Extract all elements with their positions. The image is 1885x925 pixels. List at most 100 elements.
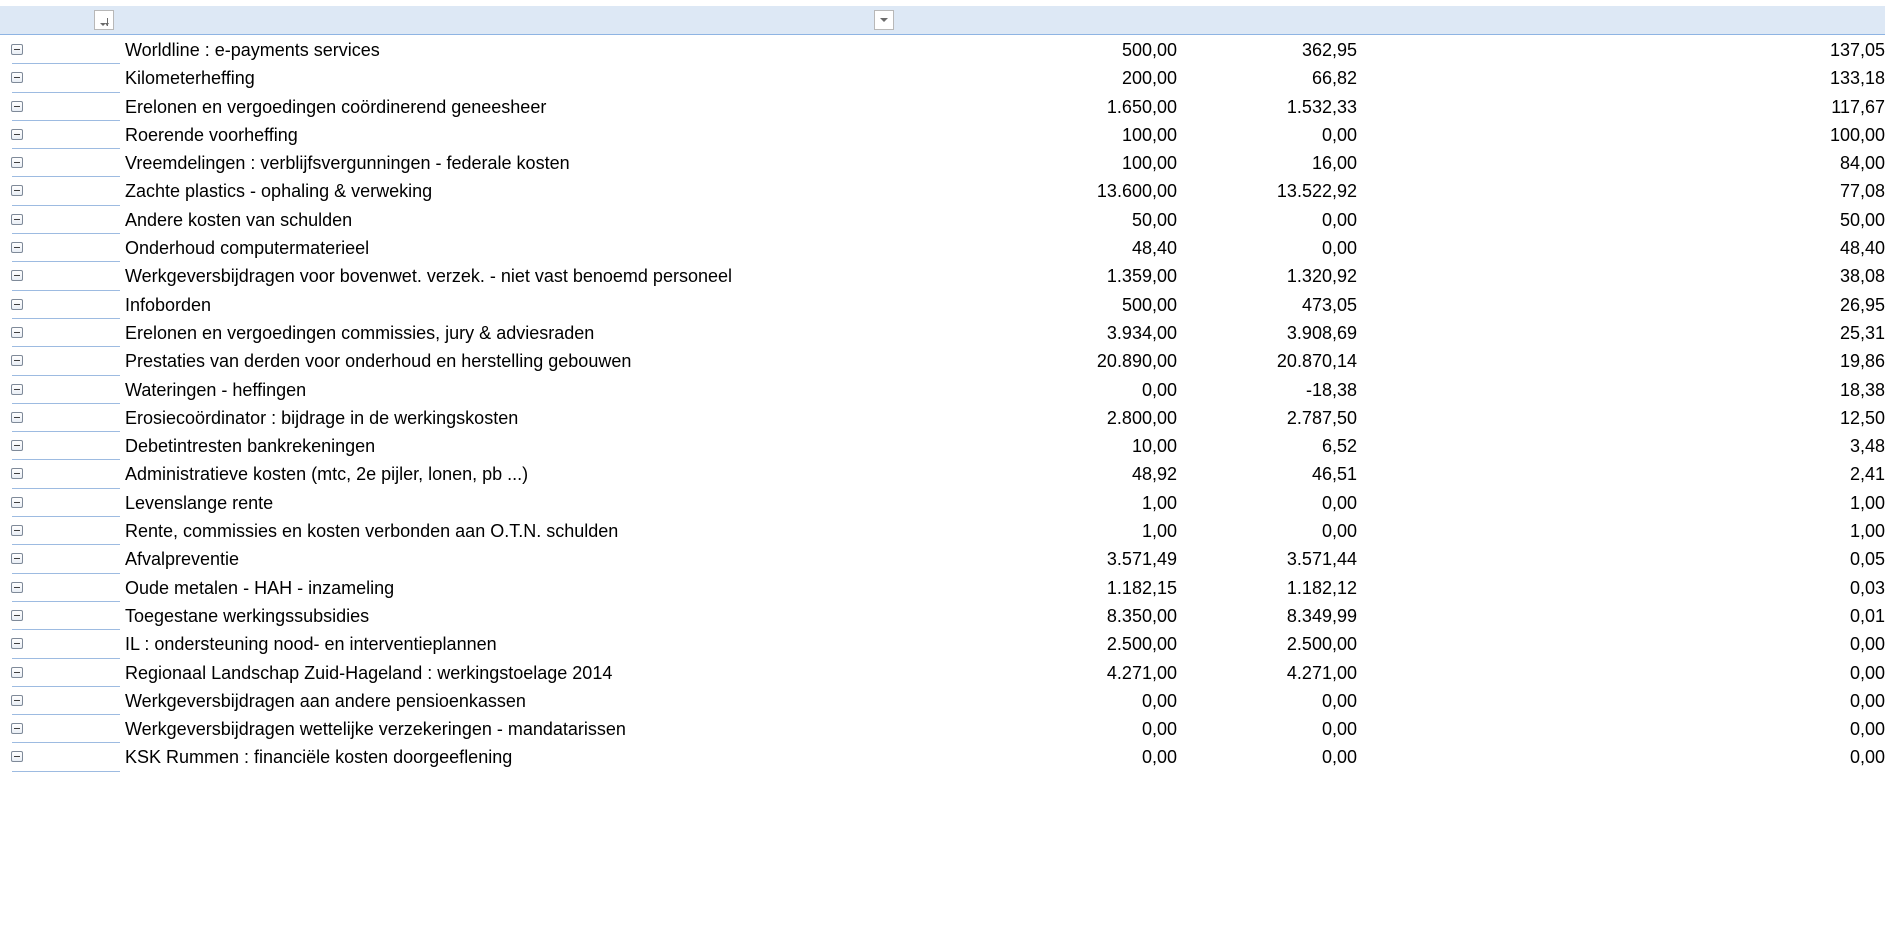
spent-value: 3.571,44 — [1286, 549, 1357, 570]
spent-value: 46,51 — [1311, 464, 1357, 485]
spent-value: 8.349,99 — [1286, 605, 1357, 626]
pivot-rows: Worldline : e-payments services 500,00 362… — [0, 36, 1885, 772]
remaining-value: 77,08 — [1839, 181, 1885, 202]
filter-dropdown-button[interactable] — [874, 10, 894, 30]
remaining-value: 0,05 — [1849, 549, 1885, 570]
spent-value: 1.320,92 — [1286, 266, 1357, 287]
collapse-icon[interactable] — [11, 525, 23, 537]
row-label: Regionaal Landschap Zuid-Hageland : werk… — [125, 662, 613, 683]
spent-value: 473,05 — [1301, 294, 1357, 315]
row-label: Worldline : e-payments services — [125, 40, 380, 60]
collapse-icon[interactable] — [11, 157, 23, 169]
spent-value: 4.271,00 — [1286, 662, 1357, 683]
collapse-icon[interactable] — [11, 440, 23, 452]
collapse-icon[interactable] — [11, 609, 23, 621]
remaining-value: 0,00 — [1849, 662, 1885, 683]
row-label: Roerende voorheffing — [125, 124, 298, 145]
spent-value: 13.522,92 — [1276, 181, 1357, 202]
table-row: Zachte plastics - ophaling & verweking 13… — [0, 177, 1885, 206]
row-label: Kilometerheffing — [125, 68, 255, 89]
collapse-icon[interactable] — [11, 242, 23, 254]
table-row: KSK Rummen : financiële kosten doorgeefl… — [0, 743, 1885, 772]
collapse-icon[interactable] — [11, 553, 23, 565]
chevron-down-icon — [880, 18, 888, 22]
collapse-icon[interactable] — [11, 72, 23, 84]
remaining-value: 0,00 — [1849, 747, 1885, 768]
spent-value: 1.532,33 — [1286, 96, 1357, 117]
spent-value: 0,00 — [1321, 124, 1357, 145]
spent-value: 0,00 — [1321, 690, 1357, 711]
spent-value: -18,38 — [1305, 379, 1357, 400]
table-row: Debetintresten bankrekeningen 10,00 6,52 3,… — [0, 432, 1885, 461]
collapse-icon[interactable] — [11, 383, 23, 395]
collapse-icon[interactable] — [11, 411, 23, 423]
spent-value: 3.908,69 — [1286, 322, 1357, 343]
collapse-icon[interactable] — [11, 723, 23, 735]
remaining-value: 48,40 — [1839, 238, 1885, 259]
row-label: Erelonen en vergoedingen coördinerend ge… — [125, 96, 547, 117]
remaining-value: 0,01 — [1849, 605, 1885, 626]
remaining-value: 0,03 — [1849, 577, 1885, 598]
collapse-icon[interactable] — [11, 666, 23, 678]
table-row: Worldline : e-payments services 500,00 362… — [0, 36, 1885, 65]
table-row: Kilometerheffing 200,00 66,82 133,18 — [0, 64, 1885, 93]
collapse-icon[interactable] — [11, 496, 23, 508]
table-row: Werkgeversbijdragen wettelijke verzekeri… — [0, 715, 1885, 744]
table-row: IL : ondersteuning nood- en interventiep… — [0, 630, 1885, 659]
table-row: Wateringen - heffingen 0,00 -18,38 18,38 — [0, 376, 1885, 404]
remaining-value: 26,95 — [1839, 294, 1885, 315]
row-label: Erosiecoördinator : bijdrage in de werki… — [125, 407, 519, 428]
remaining-value: 2,41 — [1849, 464, 1885, 485]
row-label: Werkgeversbijdragen wettelijke verzekeri… — [125, 719, 626, 740]
row-label: Zachte plastics - ophaling & verweking — [125, 181, 433, 202]
table-row: Oude metalen - HAH - inzameling 1.182,15 1… — [0, 574, 1885, 602]
remaining-value: 25,31 — [1839, 322, 1885, 343]
collapse-icon[interactable] — [11, 355, 23, 367]
collapse-icon[interactable] — [11, 326, 23, 338]
spent-value: 0,00 — [1321, 747, 1357, 768]
row-label: Werkgeversbijdragen aan andere pensioenk… — [125, 690, 526, 711]
table-row: Administratieve kosten (mtc, 2e pijler, … — [0, 460, 1885, 489]
collapse-icon[interactable] — [11, 270, 23, 282]
row-label: Onderhoud computermaterieel — [125, 238, 370, 259]
collapse-icon[interactable] — [11, 694, 23, 706]
sort-descending-icon — [100, 17, 109, 26]
remaining-value: 19,86 — [1839, 351, 1885, 372]
spent-value: 2.787,50 — [1286, 407, 1357, 428]
table-row: Infoborden 500,00 473,05 26,95 — [0, 291, 1885, 319]
remaining-value: 38,08 — [1839, 266, 1885, 287]
table-row: Andere kosten van schulden 50,00 0,00 50,00 — [0, 206, 1885, 235]
row-label: IL : ondersteuning nood- en interventiep… — [125, 634, 497, 655]
row-divider — [12, 770, 120, 772]
collapse-icon[interactable] — [11, 44, 23, 55]
collapse-icon[interactable] — [11, 100, 23, 112]
table-row: Werkgeversbijdragen aan andere pensioenk… — [0, 687, 1885, 716]
row-label: Vreemdelingen : verblijfsvergunningen - … — [125, 153, 570, 174]
collapse-icon[interactable] — [11, 751, 23, 763]
row-label: Wateringen - heffingen — [125, 379, 307, 400]
collapse-icon[interactable] — [11, 638, 23, 650]
remaining-value: 0,00 — [1849, 634, 1885, 655]
spent-value: 0,00 — [1321, 238, 1357, 259]
spent-value: 362,95 — [1301, 40, 1357, 60]
collapse-icon[interactable] — [11, 213, 23, 225]
row-label: Andere kosten van schulden — [125, 209, 353, 230]
sort-filter-button[interactable] — [94, 10, 114, 30]
collapse-icon[interactable] — [11, 298, 23, 310]
collapse-icon[interactable] — [11, 185, 23, 197]
collapse-icon[interactable] — [11, 128, 23, 140]
pivot-header-row — [0, 6, 1885, 35]
collapse-icon[interactable] — [11, 468, 23, 480]
remaining-value: 12,50 — [1839, 407, 1885, 428]
spent-value: 0,00 — [1321, 209, 1357, 230]
table-row: Regionaal Landschap Zuid-Hageland : werk… — [0, 659, 1885, 687]
table-row: Rente, commissies en kosten verbonden aa… — [0, 517, 1885, 546]
spent-value: 66,82 — [1311, 68, 1357, 89]
table-row: Roerende voorheffing 100,00 0,00 100,00 — [0, 121, 1885, 150]
pivot-table: Worldline : e-payments services 500,00 362… — [0, 0, 1885, 925]
collapse-icon[interactable] — [11, 581, 23, 593]
row-label: Toegestane werkingssubsidies — [125, 605, 370, 626]
row-label: Levenslange rente — [125, 492, 274, 513]
table-row: Toegestane werkingssubsidies 8.350,00 8.34… — [0, 602, 1885, 631]
remaining-value: 3,48 — [1849, 436, 1885, 457]
